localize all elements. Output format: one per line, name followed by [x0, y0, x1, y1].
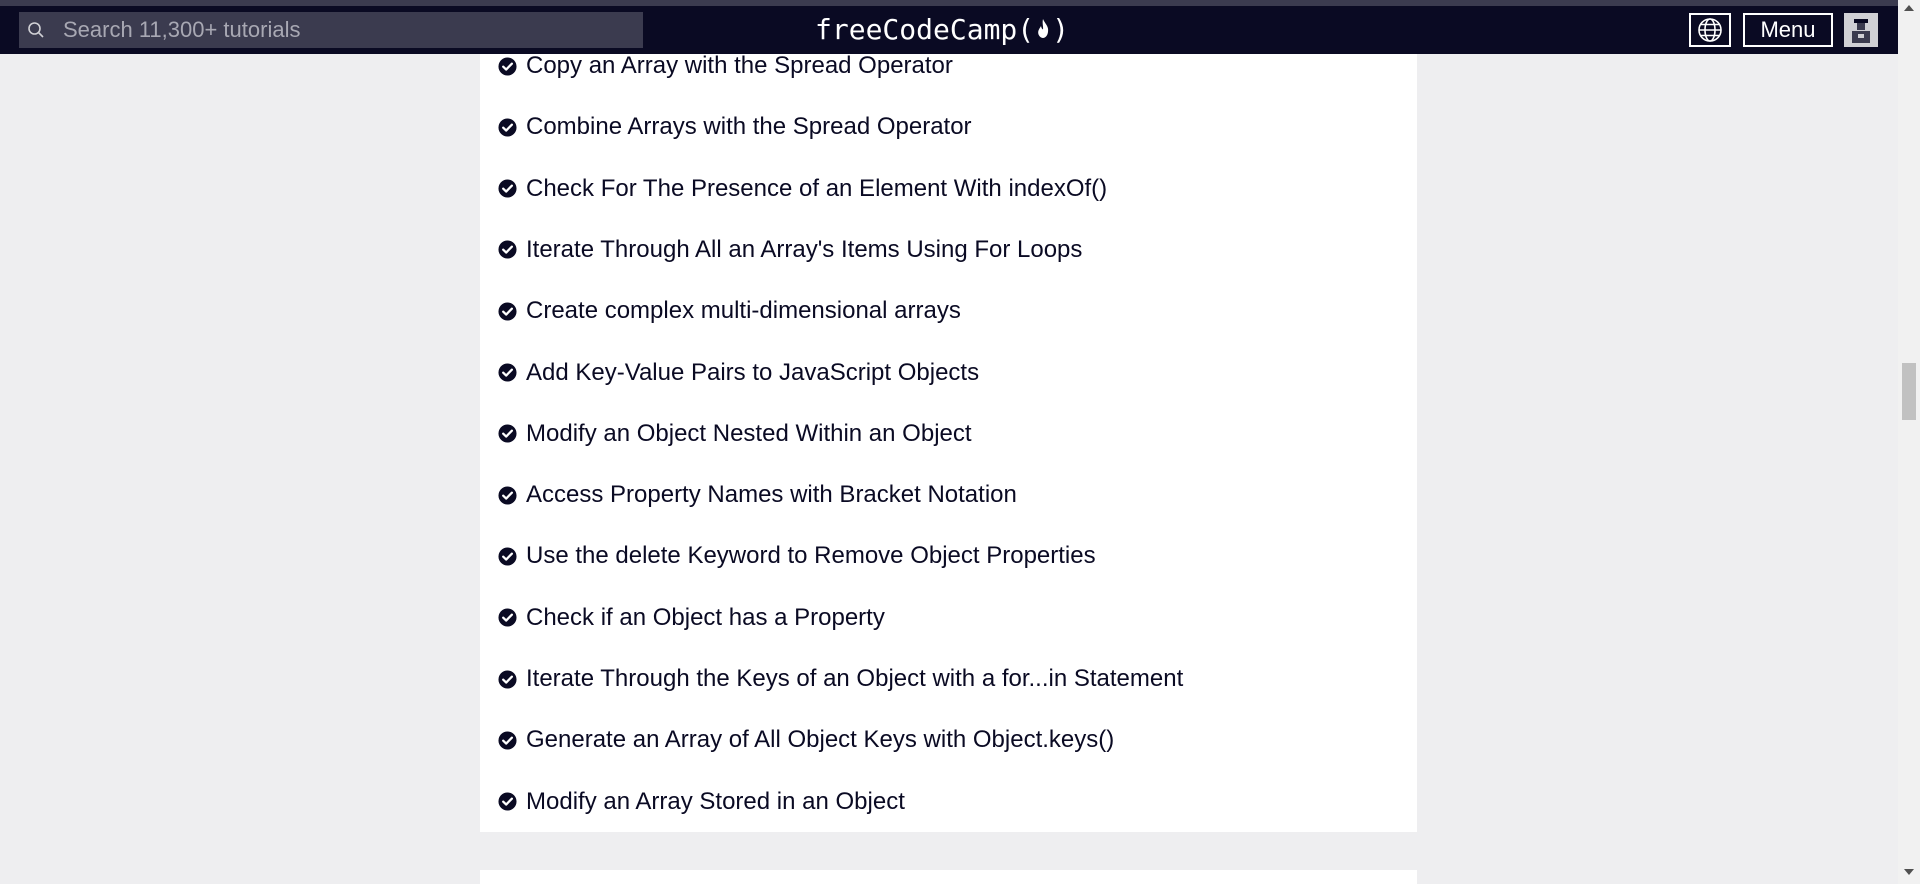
- freecodecamp-logo[interactable]: freeCodeCamp(): [815, 12, 1085, 48]
- check-circle-icon: [498, 363, 517, 382]
- lesson-link[interactable]: Create complex multi-dimensional arrays: [526, 297, 961, 325]
- lesson-item: Check For The Presence of an Element Wit…: [498, 169, 1107, 209]
- lesson-item: Create complex multi-dimensional arrays: [498, 291, 961, 331]
- lesson-link[interactable]: Iterate Through the Keys of an Object wi…: [526, 665, 1183, 693]
- scroll-down-arrow-icon[interactable]: [1904, 869, 1914, 875]
- check-circle-icon: [498, 302, 517, 321]
- avatar[interactable]: [1844, 13, 1878, 47]
- lesson-item: Generate an Array of All Object Keys wit…: [498, 720, 1114, 760]
- lesson-link[interactable]: Modify an Array Stored in an Object: [526, 788, 905, 816]
- check-circle-icon: [498, 792, 517, 811]
- lesson-item: Modify an Array Stored in an Object: [498, 782, 905, 822]
- lesson-item: Add Key-Value Pairs to JavaScript Object…: [498, 353, 979, 393]
- next-section-card: [480, 870, 1417, 884]
- check-circle-icon: [498, 179, 517, 198]
- lesson-item: Iterate Through the Keys of an Object wi…: [498, 659, 1183, 699]
- logo-text: freeCodeCamp(: [815, 13, 1035, 46]
- lesson-item: Combine Arrays with the Spread Operator: [498, 107, 972, 147]
- scroll-up-arrow-icon[interactable]: [1904, 5, 1914, 11]
- lesson-list-card: Copy an Array with the Spread Operator Co…: [480, 52, 1417, 832]
- check-circle-icon: [498, 240, 517, 259]
- check-circle-icon: [498, 669, 517, 689]
- lesson-link[interactable]: Access Property Names with Bracket Notat…: [526, 481, 1017, 509]
- check-circle-icon: [498, 608, 517, 627]
- check-circle-icon: [498, 424, 517, 443]
- lesson-item: Check if an Object has a Property: [498, 598, 885, 638]
- check-circle-icon: [498, 56, 517, 76]
- lesson-link[interactable]: Generate an Array of All Object Keys wit…: [526, 726, 1114, 754]
- search-bar[interactable]: [19, 12, 643, 48]
- lesson-link[interactable]: Copy an Array with the Spread Operator: [526, 52, 953, 80]
- language-button[interactable]: [1689, 13, 1731, 47]
- check-circle-icon: [498, 731, 517, 750]
- check-circle-icon: [498, 547, 517, 566]
- search-icon: [28, 22, 44, 38]
- lesson-link[interactable]: Check For The Presence of an Element Wit…: [526, 175, 1107, 203]
- scrollbar-thumb[interactable]: [1902, 363, 1916, 420]
- globe-icon: [1698, 18, 1722, 42]
- check-circle-icon: [498, 486, 517, 505]
- lesson-link[interactable]: Add Key-Value Pairs to JavaScript Object…: [526, 359, 979, 387]
- lesson-item: Iterate Through All an Array's Items Usi…: [498, 230, 1082, 270]
- lesson-link[interactable]: Iterate Through All an Array's Items Usi…: [526, 236, 1082, 264]
- lesson-item: Access Property Names with Bracket Notat…: [498, 475, 1017, 515]
- avatar-icon: [1844, 13, 1878, 47]
- lesson-item: Use the delete Keyword to Remove Object …: [498, 536, 1096, 576]
- lesson-link[interactable]: Modify an Object Nested Within an Object: [526, 420, 972, 448]
- lesson-link[interactable]: Check if an Object has a Property: [526, 604, 885, 632]
- lesson-link[interactable]: Use the delete Keyword to Remove Object …: [526, 542, 1096, 570]
- lesson-item: Modify an Object Nested Within an Object: [498, 414, 972, 454]
- check-circle-icon: [498, 118, 517, 137]
- menu-button[interactable]: Menu: [1743, 13, 1833, 47]
- logo-close: ): [1052, 13, 1070, 46]
- search-input[interactable]: [63, 12, 633, 48]
- lesson-link[interactable]: Combine Arrays with the Spread Operator: [526, 113, 972, 141]
- flame-icon: [1038, 19, 1049, 38]
- lesson-item: Copy an Array with the Spread Operator: [498, 46, 953, 86]
- page-scrollbar[interactable]: [1898, 0, 1920, 884]
